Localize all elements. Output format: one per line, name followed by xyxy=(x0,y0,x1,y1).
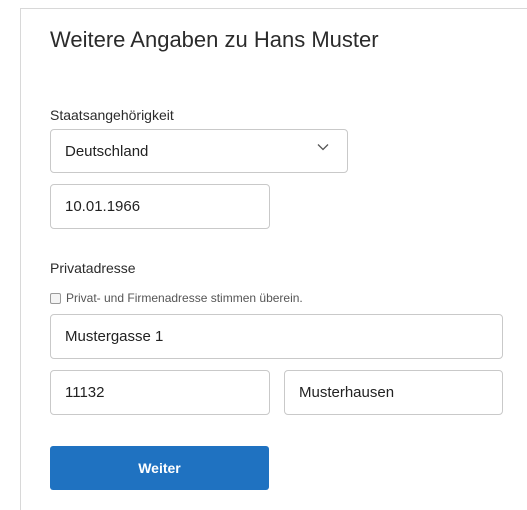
city-input[interactable] xyxy=(284,370,503,415)
frame-border-top xyxy=(20,8,527,9)
street-input[interactable] xyxy=(50,314,503,359)
private-address-label: Privatadresse xyxy=(50,260,136,276)
nationality-select[interactable]: Deutschland xyxy=(50,129,348,173)
page-title: Weitere Angaben zu Hans Muster xyxy=(50,27,379,52)
nationality-label: Staatsangehörigkeit xyxy=(50,107,174,123)
next-button[interactable]: Weiter xyxy=(50,446,269,490)
same-address-option[interactable]: Privat- und Firmenadresse stimmen überei… xyxy=(50,291,303,305)
same-address-checkbox-label: Privat- und Firmenadresse stimmen überei… xyxy=(66,291,303,305)
zip-input[interactable] xyxy=(50,370,270,415)
frame-border-left xyxy=(20,8,21,510)
chevron-down-icon xyxy=(317,144,329,151)
birthdate-input[interactable] xyxy=(50,184,270,229)
form-page: Weitere Angaben zu Hans Muster Staatsang… xyxy=(0,0,527,510)
nationality-selected-value: Deutschland xyxy=(65,142,149,160)
same-address-checkbox[interactable] xyxy=(50,292,61,304)
